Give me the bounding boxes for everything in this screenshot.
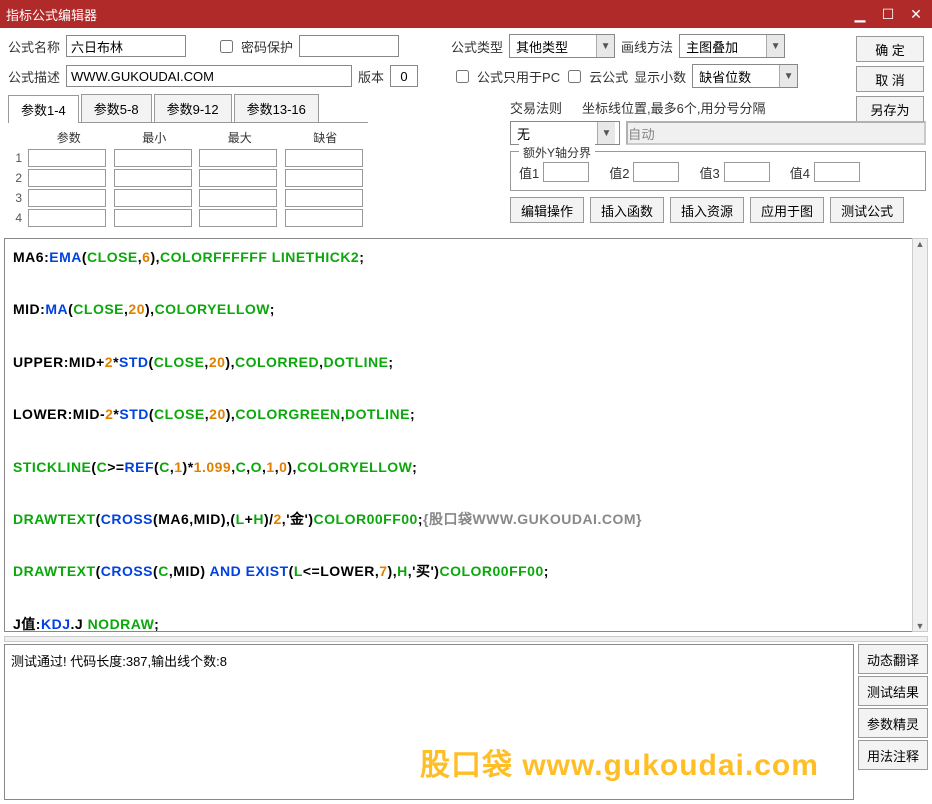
value3-input[interactable] (724, 162, 770, 182)
param-2-max[interactable] (199, 169, 277, 187)
edit-op-button[interactable]: 编辑操作 (510, 197, 584, 223)
test-result-button[interactable]: 测试结果 (858, 676, 928, 706)
col-max: 最大 (197, 127, 283, 148)
formula-type-label: 公式类型 (451, 37, 503, 56)
ok-button[interactable]: 确 定 (856, 36, 924, 62)
param-wizard-button[interactable]: 参数精灵 (858, 708, 928, 738)
param-3-name[interactable] (28, 189, 106, 207)
param-3-default[interactable] (285, 189, 363, 207)
col-min: 最小 (112, 127, 198, 148)
param-3-min[interactable] (114, 189, 192, 207)
tab-params-5-8[interactable]: 参数5-8 (81, 94, 152, 122)
password-protect-label: 密码保护 (241, 37, 293, 56)
close-icon[interactable]: ✕ (906, 6, 926, 23)
value4-input[interactable] (814, 162, 860, 182)
param-4-default[interactable] (285, 209, 363, 227)
coord-input[interactable] (626, 121, 926, 145)
col-default: 缺省 (283, 127, 369, 148)
chevron-down-icon: ▼ (597, 122, 615, 144)
pc-only-label: 公式只用于PC (477, 67, 560, 86)
minimize-icon[interactable]: ▁ (850, 6, 870, 23)
draw-method-label: 画线方法 (621, 37, 673, 56)
tab-params-13-16[interactable]: 参数13-16 (234, 94, 319, 122)
version-input[interactable] (390, 65, 418, 87)
chevron-down-icon: ▼ (596, 35, 614, 57)
param-2-name[interactable] (28, 169, 106, 187)
trade-rule-select[interactable]: 无 ▼ (510, 121, 620, 145)
show-decimal-label: 显示小数 (634, 67, 686, 86)
draw-method-select[interactable]: 主图叠加 ▼ (679, 34, 785, 58)
formula-name-input[interactable] (66, 35, 186, 57)
version-label: 版本 (358, 67, 384, 86)
tab-params-9-12[interactable]: 参数9-12 (154, 94, 232, 122)
dyn-trans-button[interactable]: 动态翻译 (858, 644, 928, 674)
param-4-max[interactable] (199, 209, 277, 227)
splitter[interactable] (4, 636, 928, 642)
output-text: 测试通过! 代码长度:387,输出线个数:8 (11, 654, 227, 669)
formula-type-select[interactable]: 其他类型 ▼ (509, 34, 615, 58)
formula-desc-label: 公式描述 (8, 67, 60, 86)
cancel-button[interactable]: 取 消 (856, 66, 924, 92)
title-bar: 指标公式编辑器 ▁ ☐ ✕ (0, 0, 932, 28)
formula-name-label: 公式名称 (8, 37, 60, 56)
coord-hint-label: 坐标线位置,最多6个,用分号分隔 (582, 98, 765, 117)
pc-only-checkbox[interactable] (456, 70, 469, 83)
show-decimal-select[interactable]: 缺省位数 ▼ (692, 64, 798, 88)
cloud-label: 云公式 (589, 67, 628, 86)
test-formula-button[interactable]: 测试公式 (830, 197, 904, 223)
extra-y-fieldset: 额外Y轴分界 值1 值2 值3 值4 (510, 151, 926, 191)
password-protect-checkbox[interactable] (220, 40, 233, 53)
param-1-min[interactable] (114, 149, 192, 167)
code-editor[interactable]: MA6:EMA(CLOSE,6),COLORFFFFFF LINETHICK2;… (4, 238, 928, 632)
insert-fn-button[interactable]: 插入函数 (590, 197, 664, 223)
param-2-default[interactable] (285, 169, 363, 187)
param-2-min[interactable] (114, 169, 192, 187)
param-1-name[interactable] (28, 149, 106, 167)
cloud-checkbox[interactable] (568, 70, 581, 83)
apply-chart-button[interactable]: 应用于图 (750, 197, 824, 223)
formula-desc-input[interactable] (66, 65, 352, 87)
extra-y-legend: 额外Y轴分界 (519, 144, 595, 161)
window-title: 指标公式编辑器 (6, 5, 97, 24)
param-4-name[interactable] (28, 209, 106, 227)
col-param: 参数 (26, 127, 112, 148)
insert-res-button[interactable]: 插入资源 (670, 197, 744, 223)
param-4-min[interactable] (114, 209, 192, 227)
param-1-max[interactable] (199, 149, 277, 167)
trade-rule-label: 交易法则 (510, 98, 562, 117)
maximize-icon[interactable]: ☐ (878, 6, 898, 23)
output-panel: 测试通过! 代码长度:387,输出线个数:8 (4, 644, 854, 800)
tab-params-1-4[interactable]: 参数1-4 (8, 95, 79, 123)
usage-note-button[interactable]: 用法注释 (858, 740, 928, 770)
param-3-max[interactable] (199, 189, 277, 207)
code-scrollbar[interactable] (912, 238, 928, 632)
value1-input[interactable] (543, 162, 589, 182)
params-grid: 参数 最小 最大 缺省 1 2 3 4 (8, 122, 368, 228)
chevron-down-icon: ▼ (779, 65, 797, 87)
chevron-down-icon: ▼ (766, 35, 784, 57)
password-input[interactable] (299, 35, 399, 57)
value2-input[interactable] (633, 162, 679, 182)
param-1-default[interactable] (285, 149, 363, 167)
